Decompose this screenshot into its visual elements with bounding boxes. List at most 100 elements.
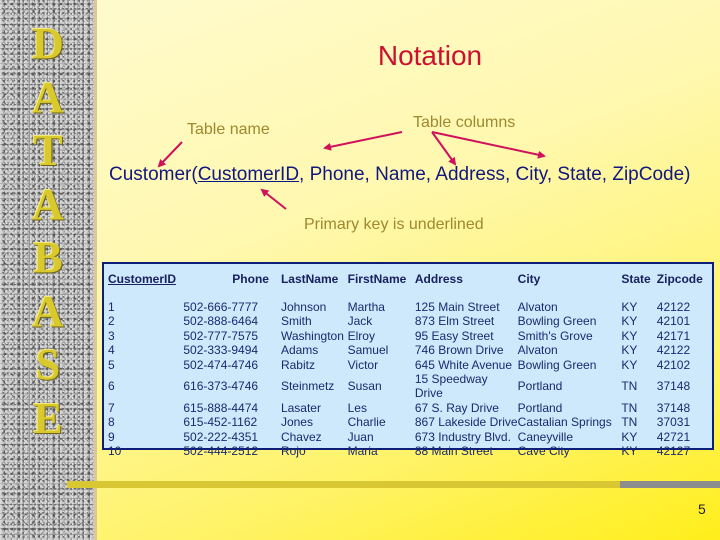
cell-address: 867 Lakeside Drive [414,415,518,430]
cell-state: KY [621,343,638,358]
cell-zipcode: 42171 [656,328,691,343]
cell-address: 645 White Avenue [414,357,513,372]
cell-address: 88 Main Street [414,444,493,459]
sidebar-edge [94,0,97,540]
cell-phone: 502-666-7777 [183,300,259,314]
sidebar-letter: A [32,179,64,229]
cell-zipcode: 37148 [656,379,691,394]
header-lastname: LastName [280,272,339,286]
cell-phone: 616-373-4746 [183,379,259,394]
cell-address: 746 Brown Drive [414,343,504,358]
table-body: 1 502-666-7777 Johnson Martha 125 Main Stree… [108,300,712,458]
cell-lastname: Smith [280,314,312,329]
cell-customerid: 8 [108,415,115,430]
cell-city: Alvaton [517,343,558,358]
cell-lastname: Johnson [280,300,327,314]
cell-city: Bowling Green [517,314,597,329]
cell-zipcode: 42127 [656,444,691,459]
annotation-table-name: Table name [187,121,270,138]
cell-state: KY [621,300,638,314]
table-row: 3 502-777-7575 Washington Elroy 95 Easy Stre… [108,329,712,343]
cell-address: 15 Speedway Drive [414,372,488,401]
customer-table: CustomerID Phone LastName FirstName Addr… [108,272,712,458]
annotation-table-columns: Table columns [413,114,516,131]
cell-firstname: Victor [347,357,379,372]
arrow-table-name [157,141,183,168]
cell-phone: 615-452-1162 [183,415,258,430]
cell-customerid: 5 [108,357,115,372]
cell-address: 673 Industry Blvd. [414,429,511,444]
slide-title: Notation [377,40,483,71]
slide: DATABASE Notation Table name Table colum… [0,0,720,540]
cell-firstname: Jack [347,314,373,329]
notation-primary-key: CustomerID [197,164,300,185]
header-address: Address [414,272,463,286]
notation-columns: , Phone, Name, Address, City, State, Zip… [299,164,691,185]
cell-zipcode: 37148 [656,400,691,415]
cell-state: KY [621,357,638,372]
table-row: 7 615-888-4474 Lasater Les 67 S. Ray Drive Po… [108,401,712,415]
cell-lastname: Washington [280,328,344,343]
cell-state: KY [621,328,638,343]
cell-lastname: Rabitz [280,357,315,372]
cell-zipcode: 37031 [656,415,691,430]
sidebar-letter: D [32,19,64,68]
cell-customerid: 2 [108,314,115,329]
cell-lastname: Lasater [280,400,321,415]
cell-state: TN [621,400,638,415]
cell-phone: 502-474-4746 [183,357,259,372]
table-row: 1 502-666-7777 Johnson Martha 125 Main Stree… [108,300,712,314]
table-row: 5 502-474-4746 Rabitz Victor 645 White Avenu… [108,358,712,372]
cell-lastname: Steinmetz [280,379,335,394]
page-number: 5 [698,501,706,517]
cell-city: Alvaton [517,300,558,314]
cell-customerid: 10 [108,444,122,459]
cell-state: TN [621,415,638,430]
cell-firstname: Elroy [347,328,375,343]
sidebar-letter: A [32,72,64,122]
cell-firstname: Maria [347,444,378,459]
accent-divider-gray [620,481,720,488]
cell-state: KY [621,429,638,444]
cell-phone: 502-333-9494 [183,343,259,358]
cell-state: TN [621,379,638,394]
arrow-columns-middle [431,131,457,166]
sidebar-letter: E [33,393,63,443]
cell-lastname: Rojo [280,444,306,459]
cell-address: 125 Main Street [414,300,500,314]
cell-firstname: Juan [347,429,374,444]
table-row: 10 502-444-2512 Rojo Maria 88 Main Street Cav… [108,444,712,458]
table-row: 9 502-222-4351 Chavez Juan 673 Industry Blvd… [108,430,712,444]
cell-customerid: 9 [108,429,115,444]
arrow-primary-key [260,188,287,210]
relation-notation: Customer(CustomerID, Phone, Name, Addres… [109,164,691,186]
cell-lastname: Jones [280,415,313,430]
cell-lastname: Chavez [280,429,322,444]
cell-firstname: Samuel [347,343,389,358]
cell-lastname: Adams [280,343,319,358]
cell-address: 67 S. Ray Drive [414,400,499,415]
cell-zipcode: 42122 [656,343,691,358]
table-row: 8 615-452-1162 Jones Charlie 867 Lakeside Dr… [108,415,712,429]
arrow-columns-right [431,131,546,159]
cell-customerid: 3 [108,328,115,343]
cell-city: Portland [517,400,563,415]
cell-state: KY [621,314,638,329]
customer-table-container: CustomerID Phone LastName FirstName Addr… [102,262,714,458]
cell-phone: 502-888-6464 [183,314,259,329]
sidebar-letter: T [33,126,63,175]
cell-firstname: Martha [347,300,385,314]
cell-zipcode: 42721 [656,429,691,444]
cell-city: Caneyville [517,429,574,444]
cell-customerid: 6 [108,379,115,394]
header-firstname: FirstName [347,272,407,286]
sidebar-letter: S [35,340,61,389]
table-row: 4 502-333-9494 Adams Samuel 746 Brown Drive A… [108,343,712,357]
cell-firstname: Les [347,400,367,415]
header-zipcode: Zipcode [656,272,703,286]
cell-zipcode: 42122 [656,300,691,314]
cell-zipcode: 42102 [656,357,691,372]
cell-phone: 502-222-4351 [183,429,259,444]
cell-firstname: Charlie [347,415,386,430]
cell-phone: 502-444-2512 [183,444,259,459]
